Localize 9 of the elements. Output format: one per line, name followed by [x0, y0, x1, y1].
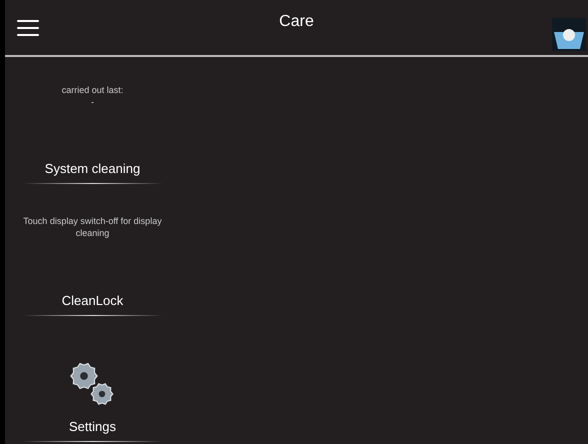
- action-button[interactable]: System cleaning: [22, 157, 162, 184]
- caption-text: -: [90, 96, 95, 108]
- dishwasher-icon: [552, 18, 586, 51]
- screen-title: Care: [279, 13, 314, 30]
- caption-text: carried out last:: [60, 84, 124, 96]
- caption-text: Touch display switch-off for display cleaning: [22, 214, 163, 238]
- action-button[interactable]: Settings: [22, 415, 162, 442]
- menu-button[interactable]: [17, 20, 39, 36]
- action-button[interactable]: CleanLock: [22, 289, 162, 316]
